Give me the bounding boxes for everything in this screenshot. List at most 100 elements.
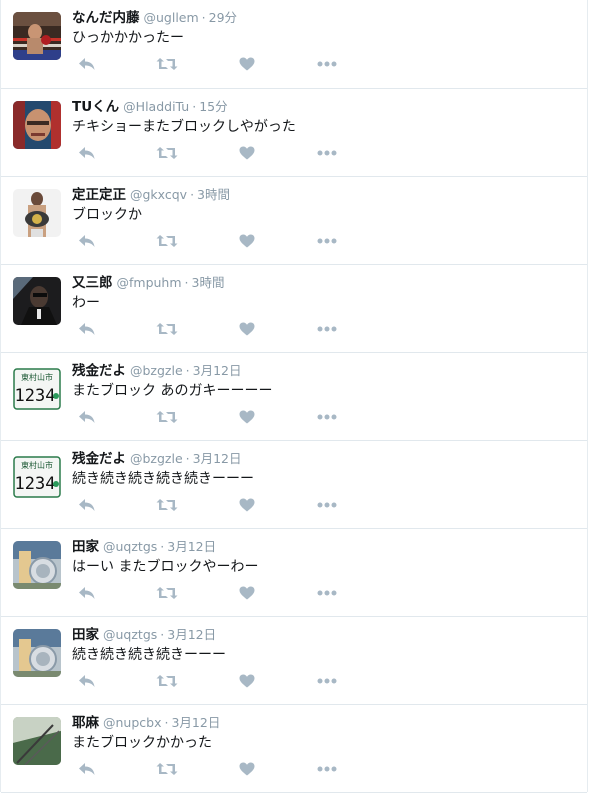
timestamp[interactable]: 3時間 xyxy=(197,187,230,202)
retweet-button[interactable] xyxy=(152,757,182,781)
avatar[interactable] xyxy=(13,12,61,60)
avatar[interactable] xyxy=(13,101,61,149)
more-icon xyxy=(317,238,337,244)
retweet-button[interactable] xyxy=(152,229,182,253)
tweet-header: なんだ内藤 @ugllem · 29分 xyxy=(72,9,237,28)
display-name[interactable]: TUくん xyxy=(72,99,119,115)
avatar[interactable] xyxy=(13,629,61,677)
display-name[interactable]: 耶麻 xyxy=(72,715,99,731)
username[interactable]: @bzgzle xyxy=(130,451,183,466)
tweet[interactable]: 東村山市 1234 残金だよ @bzgzle · 3月12日 続き続き続き続き続きーー… xyxy=(1,441,587,529)
retweet-icon xyxy=(156,411,178,423)
more-button[interactable] xyxy=(312,669,342,693)
display-name[interactable]: 残金だよ xyxy=(72,451,126,467)
reply-button[interactable] xyxy=(72,757,102,781)
more-button[interactable] xyxy=(312,229,342,253)
username[interactable]: @nupcbx xyxy=(103,715,161,730)
separator: · xyxy=(160,627,165,642)
dark-portrait-avatar-image xyxy=(13,277,61,325)
username[interactable]: @gkxcqv xyxy=(130,187,187,202)
like-button[interactable] xyxy=(232,141,262,165)
tweet[interactable]: 耶麻 @nupcbx · 3月12日 またブロックかかった xyxy=(1,705,587,793)
like-button[interactable] xyxy=(232,757,262,781)
timestamp[interactable]: 15分 xyxy=(199,99,227,114)
like-button[interactable] xyxy=(232,52,262,76)
username[interactable]: @fmpuhm xyxy=(117,275,182,290)
username[interactable]: @uqztgs xyxy=(103,539,157,554)
reply-button[interactable] xyxy=(72,229,102,253)
retweet-button[interactable] xyxy=(152,405,182,429)
tweet[interactable]: 東村山市 1234 残金だよ @bzgzle · 3月12日 またブロック あのガキー… xyxy=(1,353,587,441)
avatar[interactable] xyxy=(13,541,61,589)
reply-icon xyxy=(79,235,95,247)
more-icon xyxy=(317,766,337,772)
retweet-button[interactable] xyxy=(152,52,182,76)
display-name[interactable]: 田家 xyxy=(72,539,99,555)
tweet-header: 又三郎 @fmpuhm · 3時間 xyxy=(72,274,224,293)
retweet-button[interactable] xyxy=(152,317,182,341)
retweet-button[interactable] xyxy=(152,669,182,693)
heart-icon xyxy=(239,234,255,248)
reply-button[interactable] xyxy=(72,141,102,165)
timestamp[interactable]: 3時間 xyxy=(192,275,225,290)
retweet-button[interactable] xyxy=(152,141,182,165)
tweet-text: 続き続き続き続きーーー xyxy=(72,647,226,663)
like-button[interactable] xyxy=(232,493,262,517)
heart-icon xyxy=(239,498,255,512)
retweet-icon xyxy=(156,147,178,159)
retweet-button[interactable] xyxy=(152,493,182,517)
username[interactable]: @bzgzle xyxy=(130,363,183,378)
like-button[interactable] xyxy=(232,581,262,605)
heart-icon xyxy=(239,762,255,776)
more-button[interactable] xyxy=(312,317,342,341)
display-name[interactable]: 田家 xyxy=(72,627,99,643)
tweet-header: 残金だよ @bzgzle · 3月12日 xyxy=(72,362,242,381)
retweet-button[interactable] xyxy=(152,581,182,605)
heart-icon xyxy=(239,674,255,688)
timestamp[interactable]: 3月12日 xyxy=(193,451,242,466)
timestamp[interactable]: 29分 xyxy=(209,10,237,25)
tweet[interactable]: 定正定正 @gkxcqv · 3時間 ブロックか xyxy=(1,177,587,265)
display-name[interactable]: 又三郎 xyxy=(72,275,113,291)
like-button[interactable] xyxy=(232,405,262,429)
more-button[interactable] xyxy=(312,757,342,781)
reply-button[interactable] xyxy=(72,493,102,517)
more-button[interactable] xyxy=(312,52,342,76)
like-button[interactable] xyxy=(232,669,262,693)
more-button[interactable] xyxy=(312,405,342,429)
reply-button[interactable] xyxy=(72,581,102,605)
more-icon xyxy=(317,502,337,508)
username[interactable]: @HladdiTu xyxy=(123,99,189,114)
tweet[interactable]: なんだ内藤 @ugllem · 29分 ひっかかかったー xyxy=(1,0,587,89)
like-button[interactable] xyxy=(232,317,262,341)
avatar[interactable] xyxy=(13,717,61,765)
tweet[interactable]: TUくん @HladdiTu · 15分 チキショーまたブロックしやがった xyxy=(1,89,587,177)
display-name[interactable]: 残金だよ xyxy=(72,363,126,379)
timestamp[interactable]: 3月12日 xyxy=(167,539,216,554)
like-button[interactable] xyxy=(232,229,262,253)
tweet[interactable]: 田家 @uqztgs · 3月12日 続き続き続き続きーーー xyxy=(1,617,587,705)
reply-button[interactable] xyxy=(72,405,102,429)
reply-icon xyxy=(79,499,95,511)
username[interactable]: @uqztgs xyxy=(103,627,157,642)
username[interactable]: @ugllem xyxy=(144,10,199,25)
more-button[interactable] xyxy=(312,493,342,517)
avatar[interactable]: 東村山市 1234 xyxy=(13,365,61,413)
more-button[interactable] xyxy=(312,141,342,165)
tweet-header: TUくん @HladdiTu · 15分 xyxy=(72,98,228,117)
reply-button[interactable] xyxy=(72,669,102,693)
reply-button[interactable] xyxy=(72,52,102,76)
timestamp[interactable]: 3月12日 xyxy=(167,627,216,642)
avatar[interactable] xyxy=(13,189,61,237)
reply-button[interactable] xyxy=(72,317,102,341)
tweet[interactable]: 田家 @uqztgs · 3月12日 はーい またブロックやーわー xyxy=(1,529,587,617)
more-button[interactable] xyxy=(312,581,342,605)
avatar[interactable] xyxy=(13,277,61,325)
display-name[interactable]: 定正定正 xyxy=(72,187,126,203)
timestamp[interactable]: 3月12日 xyxy=(171,715,220,730)
avatar[interactable]: 東村山市 1234 xyxy=(13,453,61,501)
timestamp[interactable]: 3月12日 xyxy=(193,363,242,378)
display-name[interactable]: なんだ内藤 xyxy=(72,10,140,26)
tweet[interactable]: 又三郎 @fmpuhm · 3時間 わー xyxy=(1,265,587,353)
boxing-ring-avatar-image xyxy=(13,12,61,60)
